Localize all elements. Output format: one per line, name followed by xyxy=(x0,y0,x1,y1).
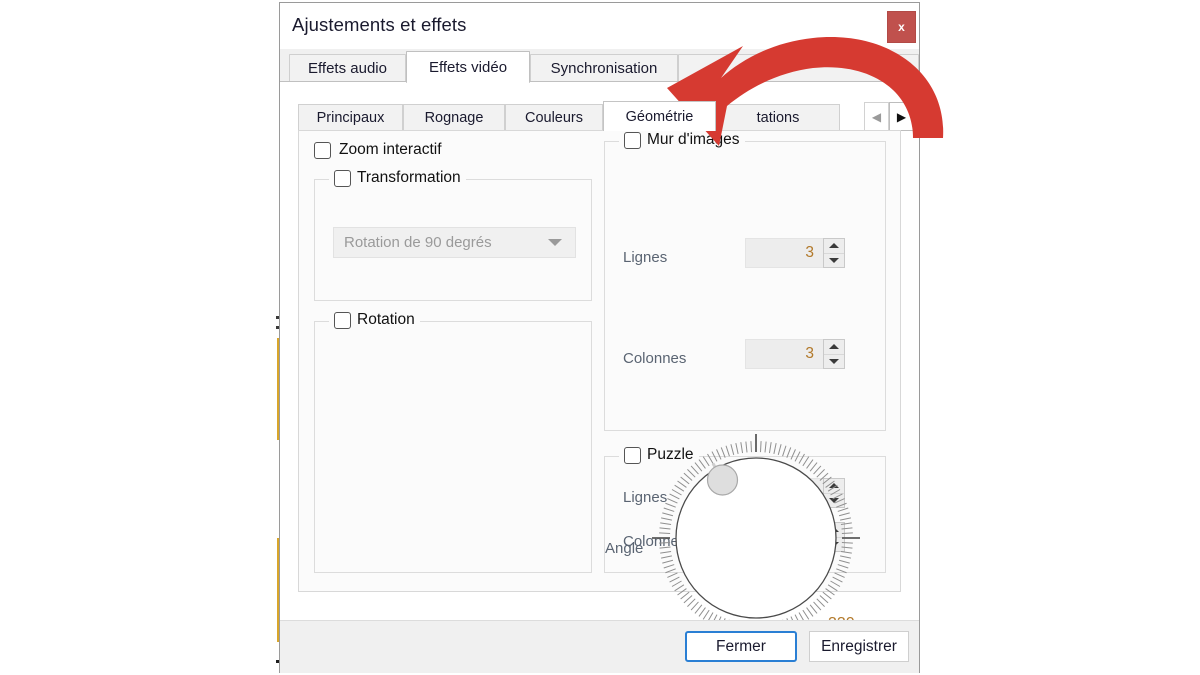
rotation-label: Rotation xyxy=(357,311,415,328)
mur-d-images-label: Mur d'images xyxy=(647,131,740,148)
mur-lignes-buttons xyxy=(823,238,845,268)
mur-lignes-value[interactable]: 3 xyxy=(745,238,823,268)
mur-lignes-stepper[interactable]: 3 xyxy=(745,238,845,268)
rotation-checkbox[interactable] xyxy=(334,311,351,329)
chevron-down-icon xyxy=(548,239,562,246)
mur-lignes-decrement[interactable] xyxy=(824,254,844,268)
tab-rognage[interactable]: Rognage xyxy=(403,104,505,131)
outer-tab-strip: Effets audio Effets vidéo Synchronisatio… xyxy=(280,49,919,83)
zoom-interactif-checkbox[interactable] xyxy=(314,141,331,159)
tab-scroll-buttons: ◀ ▶ xyxy=(864,102,918,131)
adjustments-effects-dialog: Ajustements et effets x Effets audio Eff… xyxy=(279,2,925,673)
rotation-group: Rotation xyxy=(314,311,592,573)
inner-tab-strip: Principaux Rognage Couleurs Géométrie ta… xyxy=(298,101,925,131)
caret-up-icon xyxy=(829,344,839,350)
mur-colonnes-increment[interactable] xyxy=(824,340,844,355)
mur-colonnes-label: Colonnes xyxy=(623,350,687,367)
page-title: Ajustements et effets xyxy=(292,14,467,35)
angle-dial-svg[interactable] xyxy=(652,434,860,642)
transformation-select-value: Rotation de 90 degrés xyxy=(344,234,492,251)
mur-colonnes-decrement[interactable] xyxy=(824,355,844,369)
angle-label: Angle xyxy=(605,540,644,557)
tab-effets-video[interactable]: Effets vidéo xyxy=(406,51,530,83)
dial-knob[interactable] xyxy=(706,464,739,496)
close-icon[interactable]: x xyxy=(887,11,916,43)
transformation-header[interactable]: Transformation xyxy=(329,169,466,187)
tab-incrustations[interactable]: tations xyxy=(716,104,840,131)
chevron-right-icon[interactable]: ▶ xyxy=(889,102,914,131)
mur-colonnes-value[interactable]: 3 xyxy=(745,339,823,369)
transformation-group: Transformation Rotation de 90 degrés xyxy=(314,169,592,301)
tab-synchronisation[interactable]: Synchronisation xyxy=(530,54,678,82)
angle-dial[interactable] xyxy=(652,434,860,642)
video-effects-page: Principaux Rognage Couleurs Géométrie ta… xyxy=(280,81,925,642)
transformation-select[interactable]: Rotation de 90 degrés xyxy=(333,227,576,258)
caret-up-icon xyxy=(829,243,839,249)
mur-colonnes-stepper[interactable]: 3 xyxy=(745,339,845,369)
zoom-interactif-row[interactable]: Zoom interactif xyxy=(314,141,442,159)
dialog-footer: Fermer Enregistrer xyxy=(280,620,919,673)
caret-down-icon xyxy=(829,358,839,364)
transformation-label: Transformation xyxy=(357,169,461,186)
tab-geometrie[interactable]: Géométrie xyxy=(603,101,716,131)
tab-principaux[interactable]: Principaux xyxy=(298,104,403,131)
mur-colonnes-buttons xyxy=(823,339,845,369)
chevron-left-icon[interactable]: ◀ xyxy=(864,102,889,131)
tab-effets-audio[interactable]: Effets audio xyxy=(289,54,406,82)
mur-d-images-header[interactable]: Mur d'images xyxy=(619,131,745,149)
caret-down-icon xyxy=(829,257,839,263)
title-bar: Ajustements et effets x xyxy=(280,3,919,50)
mur-lignes-increment[interactable] xyxy=(824,239,844,254)
close-button[interactable]: Fermer xyxy=(685,631,797,662)
tab-strip-filler xyxy=(678,54,919,82)
dial-face[interactable] xyxy=(675,457,837,619)
transformation-checkbox[interactable] xyxy=(334,169,351,187)
mur-lignes-label: Lignes xyxy=(623,249,668,266)
puzzle-checkbox[interactable] xyxy=(624,446,641,464)
rotation-header[interactable]: Rotation xyxy=(329,311,420,329)
mur-d-images-checkbox[interactable] xyxy=(624,131,641,149)
tab-strip-end-marker xyxy=(919,115,925,117)
tab-couleurs[interactable]: Couleurs xyxy=(505,104,603,131)
zoom-interactif-label: Zoom interactif xyxy=(339,141,442,158)
mur-d-images-group: Mur d'images Lignes 3 Colonnes 3 xyxy=(604,131,886,431)
save-button[interactable]: Enregistrer xyxy=(809,631,909,662)
